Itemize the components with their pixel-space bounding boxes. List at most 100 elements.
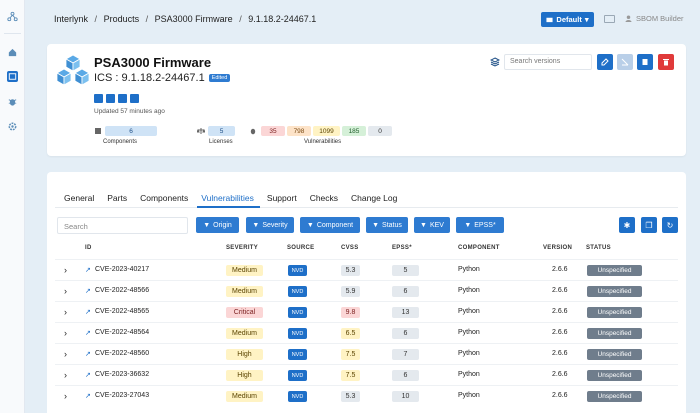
tab-parts[interactable]: Parts bbox=[107, 193, 127, 203]
filter-epss-button[interactable]: ▼ EPSS* bbox=[456, 217, 504, 233]
products-icon[interactable] bbox=[7, 71, 18, 82]
cve-id[interactable]: CVE-2023-36632 bbox=[95, 371, 149, 378]
search-icon[interactable] bbox=[106, 94, 115, 103]
table-row[interactable]: › ↗ CVE-2023-27043 Medium NVD 5.3 10 Python 2.6.… bbox=[55, 385, 678, 406]
status-badge[interactable]: Unspecified bbox=[587, 328, 642, 339]
tab-change-log[interactable]: Change Log bbox=[351, 193, 397, 203]
app-logo-icon[interactable] bbox=[7, 11, 18, 22]
expand-chevron-icon[interactable]: › bbox=[64, 391, 67, 401]
vuln-critical-count[interactable]: 35 bbox=[261, 126, 285, 136]
col-status[interactable]: STATUS bbox=[586, 245, 611, 251]
filter-component-button[interactable]: ▼ Component bbox=[300, 217, 360, 233]
table-row[interactable]: › ↗ CVE-2022-48560 High NVD 7.5 7 Python 2.6.6 Un… bbox=[55, 343, 678, 364]
table-row[interactable]: › ↗ CVE-2023-40217 Medium NVD 5.3 5 Python 2.6.6… bbox=[55, 259, 678, 280]
tab-vulnerabilities[interactable]: Vulnerabilities bbox=[201, 193, 254, 203]
delete-button[interactable] bbox=[658, 54, 674, 70]
table-row[interactable]: › ↗ CVE-2022-48564 Medium NVD 6.5 6 Python 2.6.6… bbox=[55, 322, 678, 343]
col-id[interactable]: ID bbox=[85, 245, 92, 251]
filter-icon: ▼ bbox=[464, 221, 472, 229]
licenses-count[interactable]: 5 bbox=[208, 126, 235, 136]
tab-components[interactable]: Components bbox=[140, 193, 188, 203]
filter-origin-button[interactable]: ▼ Origin bbox=[196, 217, 239, 233]
filter-severity-button[interactable]: ▼ Severity bbox=[246, 217, 294, 233]
tab-general[interactable]: General bbox=[64, 193, 94, 203]
breadcrumb-separator: / bbox=[145, 14, 149, 24]
share-icon[interactable] bbox=[118, 94, 127, 103]
copy-button[interactable]: ❐ bbox=[641, 217, 657, 233]
filter-kev-button[interactable]: ▼ KEV bbox=[414, 217, 450, 233]
table-row[interactable]: › ↗ CVE-2023-36632 High NVD 7.5 6 Python 2.6.6 Un… bbox=[55, 364, 678, 385]
external-link-icon[interactable]: ↗ bbox=[85, 350, 91, 358]
table-row[interactable]: › ↗ CVE-2022-48565 Critical NVD 9.8 13 Python 2.… bbox=[55, 301, 678, 322]
expand-chevron-icon[interactable]: › bbox=[64, 349, 67, 359]
copy-icon: ❐ bbox=[645, 220, 653, 230]
environment-dropdown[interactable]: Default ▾ bbox=[541, 12, 594, 27]
vulnerabilities-card: General Parts Components Vulnerabilities… bbox=[47, 172, 686, 413]
cve-id[interactable]: CVE-2023-40217 bbox=[95, 266, 149, 273]
expand-chevron-icon[interactable]: › bbox=[64, 307, 67, 317]
external-link-icon[interactable]: ↗ bbox=[85, 308, 91, 316]
search-input[interactable]: Search bbox=[57, 217, 188, 234]
cve-id[interactable]: CVE-2022-48560 bbox=[95, 350, 149, 357]
status-badge[interactable]: Unspecified bbox=[587, 286, 642, 297]
external-link-icon[interactable]: ↗ bbox=[85, 287, 91, 295]
status-badge[interactable]: Unspecified bbox=[587, 370, 642, 381]
settings-icon[interactable] bbox=[7, 121, 18, 132]
vulnerabilities-label: Vulnerabilities bbox=[304, 139, 342, 145]
tab-support[interactable]: Support bbox=[267, 193, 297, 203]
components-count[interactable]: 6 bbox=[105, 126, 157, 136]
vuln-medium-count[interactable]: 1099 bbox=[313, 126, 340, 136]
status-badge[interactable]: Unspecified bbox=[587, 307, 642, 318]
col-version[interactable]: VERSION bbox=[543, 245, 572, 251]
expand-chevron-icon[interactable]: › bbox=[64, 265, 67, 275]
cve-id[interactable]: CVE-2023-27043 bbox=[95, 392, 149, 399]
bug-report-button[interactable]: ✱ bbox=[619, 217, 635, 233]
search-versions-input[interactable]: Search versions bbox=[504, 54, 592, 70]
keyboard-icon[interactable] bbox=[604, 15, 615, 23]
filter-label: EPSS* bbox=[474, 221, 496, 229]
cve-id[interactable]: CVE-2022-48564 bbox=[95, 329, 149, 336]
compare-button[interactable] bbox=[617, 54, 633, 70]
component-name: Python bbox=[458, 308, 480, 315]
product-title: PSA3000 Firmware bbox=[94, 55, 212, 70]
info-icon[interactable] bbox=[130, 94, 139, 103]
vuln-low-count[interactable]: 185 bbox=[342, 126, 366, 136]
download-icon[interactable] bbox=[94, 94, 103, 103]
col-epss[interactable]: EPSS* bbox=[392, 245, 412, 251]
edit-button[interactable] bbox=[597, 54, 613, 70]
cve-id[interactable]: CVE-2022-48565 bbox=[95, 308, 149, 315]
component-name: Python bbox=[458, 329, 480, 336]
refresh-button[interactable]: ↻ bbox=[662, 217, 678, 233]
col-cvss[interactable]: CVSS bbox=[341, 245, 359, 251]
vuln-none-count[interactable]: 0 bbox=[368, 126, 392, 136]
breadcrumb-products[interactable]: Products bbox=[104, 14, 140, 24]
vuln-high-count[interactable]: 798 bbox=[287, 126, 311, 136]
expand-chevron-icon[interactable]: › bbox=[64, 370, 67, 380]
bug-icon[interactable] bbox=[7, 96, 18, 107]
home-icon[interactable] bbox=[7, 47, 18, 58]
table-row[interactable]: › ↗ CVE-2022-48566 Medium NVD 5.9 6 Python 2.6.6… bbox=[55, 280, 678, 301]
external-link-icon[interactable]: ↗ bbox=[85, 371, 91, 379]
document-button[interactable] bbox=[637, 54, 653, 70]
cve-id[interactable]: CVE-2022-48566 bbox=[95, 287, 149, 294]
col-component[interactable]: COMPONENT bbox=[458, 245, 500, 251]
document-icon bbox=[642, 59, 648, 65]
external-link-icon[interactable]: ↗ bbox=[85, 392, 91, 400]
breadcrumb-org[interactable]: Interlynk bbox=[54, 14, 88, 24]
expand-chevron-icon[interactable]: › bbox=[64, 286, 67, 296]
external-link-icon[interactable]: ↗ bbox=[85, 329, 91, 337]
col-source[interactable]: SOURCE bbox=[287, 245, 314, 251]
edited-badge: Edited bbox=[208, 74, 231, 82]
breadcrumb-product[interactable]: PSA3000 Firmware bbox=[155, 14, 233, 24]
tab-checks[interactable]: Checks bbox=[310, 193, 338, 203]
filter-label: Severity bbox=[262, 221, 288, 229]
expand-chevron-icon[interactable]: › bbox=[64, 328, 67, 338]
external-link-icon[interactable]: ↗ bbox=[85, 266, 91, 274]
user-menu[interactable]: SBOM Builder bbox=[625, 14, 684, 23]
filter-status-button[interactable]: ▼ Status bbox=[366, 217, 408, 233]
status-badge[interactable]: Unspecified bbox=[587, 391, 642, 402]
status-badge[interactable]: Unspecified bbox=[587, 265, 642, 276]
component-version: 2.6.6 bbox=[552, 308, 568, 315]
status-badge[interactable]: Unspecified bbox=[587, 349, 642, 360]
col-severity[interactable]: SEVERITY bbox=[226, 245, 258, 251]
